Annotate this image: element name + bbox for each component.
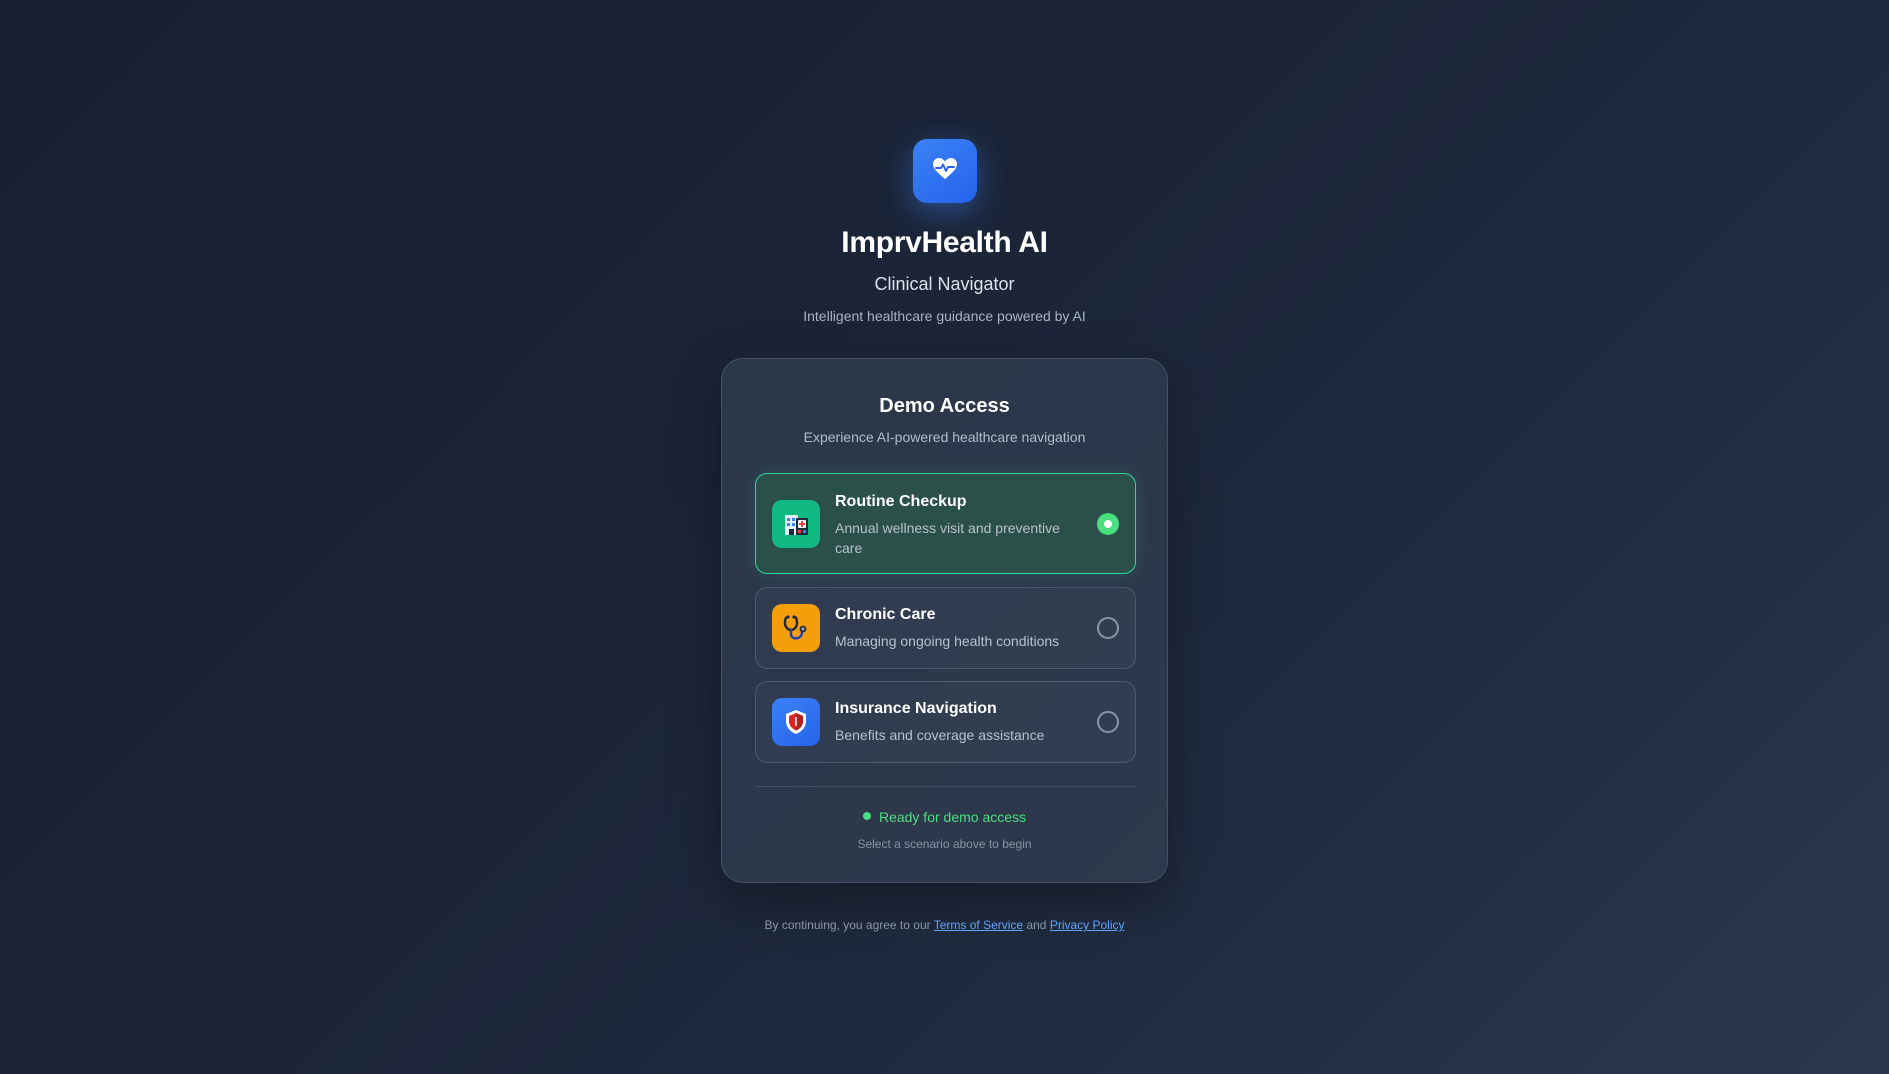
- option-insurance-navigation[interactable]: Insurance Navigation Benefits and covera…: [755, 681, 1136, 763]
- login-page: ImprvHealth AI Clinical Navigator Intell…: [0, 0, 1889, 1074]
- option-radio[interactable]: [1097, 617, 1119, 639]
- option-description: Benefits and coverage assistance: [835, 727, 1045, 743]
- hint-text: Select a scenario above to begin: [857, 837, 1032, 851]
- app-tagline: Intelligent healthcare guidance powered …: [803, 308, 1086, 324]
- option-description: Managing ongoing health conditions: [835, 633, 1060, 649]
- app-logo: [913, 139, 977, 203]
- demo-access-card: Demo Access Experience AI-powered health…: [721, 358, 1168, 883]
- privacy-policy-link[interactable]: Privacy Policy: [1050, 918, 1125, 932]
- shield-icon: [772, 698, 820, 746]
- option-title: Routine Checkup: [835, 493, 967, 510]
- option-description: Annual wellness visit and preventive car…: [835, 520, 1060, 556]
- hospital-icon: [772, 500, 820, 548]
- option-radio-selected[interactable]: [1097, 513, 1119, 535]
- heart-pulse-icon: [932, 157, 958, 186]
- status-dot-icon: [862, 812, 871, 821]
- card-title: Demo Access: [879, 395, 1010, 417]
- terms-of-service-link[interactable]: Terms of Service: [934, 918, 1023, 932]
- legal-conjunction: and: [1026, 918, 1047, 932]
- option-title: Chronic Care: [835, 606, 936, 623]
- status-message: Ready for demo access: [722, 809, 1167, 825]
- option-routine-checkup[interactable]: Routine Checkup Annual wellness visit an…: [755, 473, 1136, 574]
- divider: [755, 786, 1136, 787]
- option-radio[interactable]: [1097, 711, 1119, 733]
- status-text: Ready for demo access: [878, 809, 1027, 825]
- option-title: Insurance Navigation: [835, 700, 997, 717]
- stethoscope-icon: [772, 604, 820, 652]
- legal-prefix: By continuing, you agree to our: [764, 918, 931, 932]
- app-subtitle: Clinical Navigator: [874, 274, 1015, 294]
- card-description: Experience AI-powered healthcare navigat…: [803, 429, 1086, 445]
- option-chronic-care[interactable]: Chronic Care Managing ongoing health con…: [755, 587, 1136, 669]
- legal-notice: By continuing, you agree to our Terms of…: [0, 918, 1889, 932]
- app-title: ImprvHealth AI: [841, 226, 1048, 259]
